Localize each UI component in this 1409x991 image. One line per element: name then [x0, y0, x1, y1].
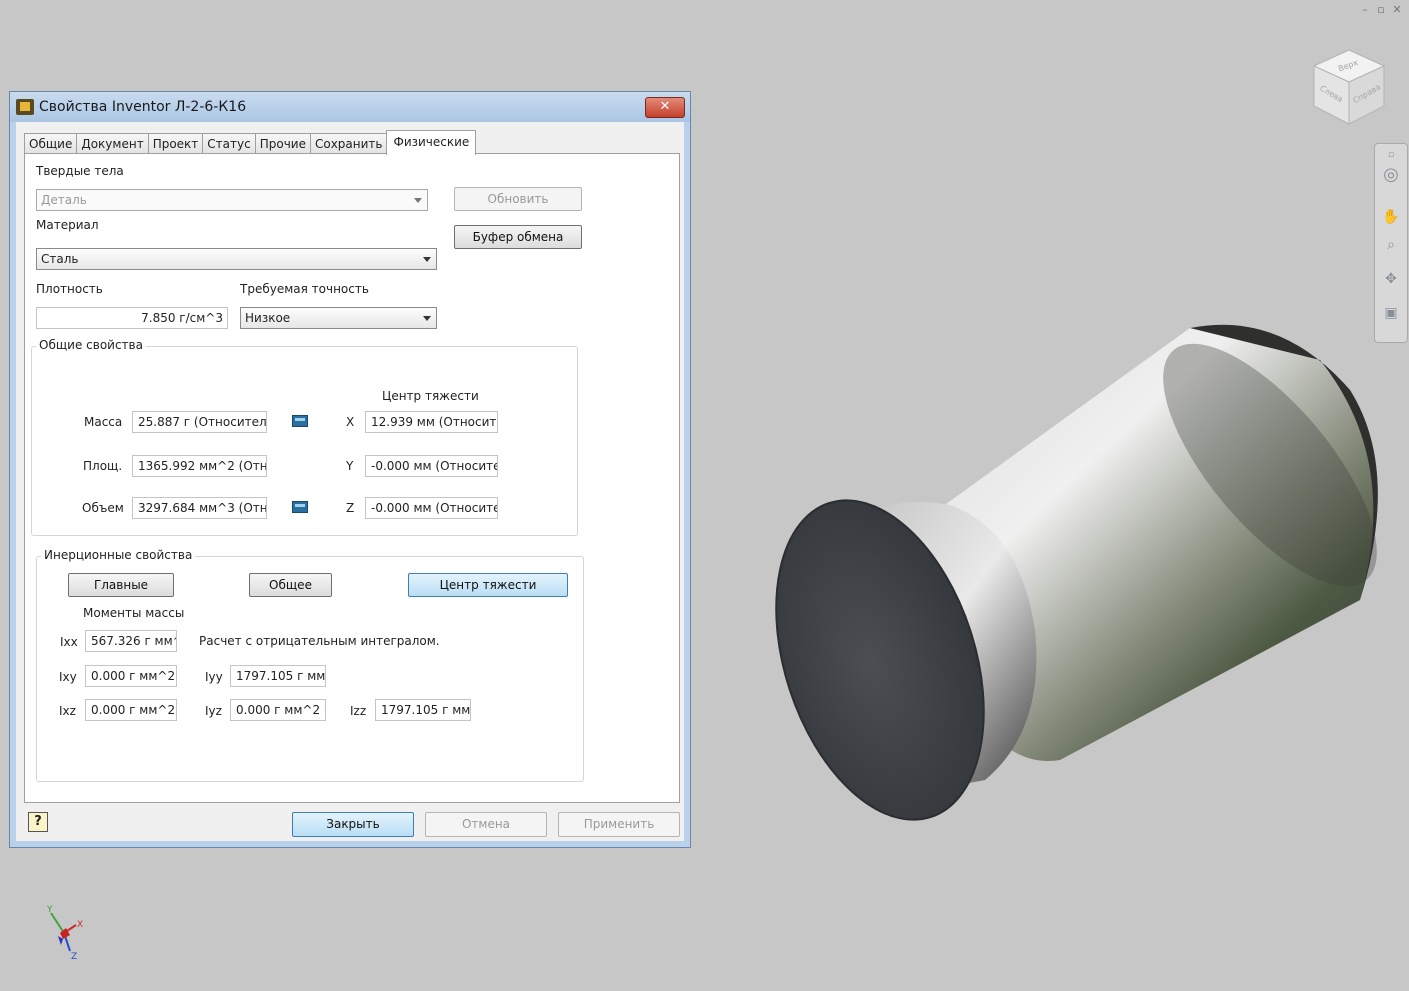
mass-label: Масса — [84, 415, 123, 429]
material-value: Сталь — [41, 252, 79, 266]
tab-other[interactable]: Прочие — [254, 133, 311, 154]
accuracy-dropdown[interactable]: Низкое — [240, 307, 437, 329]
volume-field[interactable]: 3297.684 мм^3 (Отно — [132, 497, 267, 519]
zoom-icon[interactable]: ⌕ — [1382, 236, 1400, 254]
close-window-icon[interactable]: ✕ — [1391, 4, 1403, 15]
material-dropdown[interactable]: Сталь — [36, 248, 437, 270]
izz-field[interactable]: 1797.105 г мм^ — [375, 699, 471, 721]
ixz-label: Ixz — [59, 704, 76, 718]
ixy-label: Ixy — [59, 670, 77, 684]
accuracy-label: Требуемая точность — [240, 282, 369, 296]
y-label: Y — [346, 459, 354, 473]
restore-icon[interactable]: ▫ — [1375, 4, 1387, 15]
navbar-close-icon[interactable]: ▫ — [1382, 146, 1400, 164]
axis-triad: Y X Z — [46, 905, 83, 962]
global-button[interactable]: Общее — [249, 573, 332, 597]
orbit-icon[interactable]: ✥ — [1382, 270, 1400, 288]
izz-label: Izz — [350, 704, 367, 718]
accuracy-value: Низкое — [245, 311, 291, 325]
negative-integral-note: Расчет с отрицательным интегралом. — [199, 634, 440, 648]
iyy-field[interactable]: 1797.105 г мм^ — [230, 665, 326, 687]
window-controls: – ▫ ✕ — [1359, 4, 1403, 15]
density-field[interactable]: 7.850 г/см^3 — [36, 307, 228, 329]
tab-physical[interactable]: Физические — [386, 130, 477, 155]
dialog-titlebar[interactable]: Свойства Inventor Л-2-6-К16 ✕ — [10, 92, 690, 122]
apply-button[interactable]: Применить — [558, 812, 680, 837]
update-button[interactable]: Обновить — [454, 187, 582, 211]
general-properties-group: Общие свойства Центр тяжести Масса 25.88… — [31, 338, 578, 536]
part-3d-model — [775, 324, 1378, 821]
axis-x-label: X — [77, 920, 83, 930]
mass-field[interactable]: 25.887 г (Относитель — [132, 411, 267, 433]
ixy-field[interactable]: 0.000 г мм^2 ( — [85, 665, 177, 687]
tab-general[interactable]: Общие — [24, 133, 78, 154]
dialog-title: Свойства Inventor Л-2-6-К16 — [39, 99, 247, 115]
iyy-label: Iyy — [205, 670, 223, 684]
look-at-icon[interactable]: ▣ — [1382, 304, 1400, 322]
ixx-field[interactable]: 567.326 г мм^2 — [85, 630, 177, 652]
area-label: Площ. — [83, 459, 123, 473]
help-icon[interactable]: ? — [28, 812, 48, 832]
density-label: Плотность — [36, 282, 103, 296]
inertial-properties-group: Инерционные свойства Главные Общее Центр… — [36, 548, 584, 782]
material-label: Материал — [36, 218, 99, 232]
cog-z-field[interactable]: -0.000 мм (Относител — [365, 497, 498, 519]
tab-project[interactable]: Проект — [147, 133, 204, 154]
chevron-down-icon — [423, 316, 431, 321]
solids-label: Твердые тела — [36, 164, 124, 178]
minimize-icon[interactable]: – — [1359, 4, 1371, 15]
close-button[interactable]: Закрыть — [292, 812, 414, 837]
chevron-down-icon — [414, 198, 422, 203]
ixz-field[interactable]: 0.000 г мм^2 ( — [85, 699, 177, 721]
tab-bar: Общие Документ Проект Статус Прочие Сохр… — [24, 130, 477, 155]
solids-value: Деталь — [41, 193, 87, 207]
area-field[interactable]: 1365.992 мм^2 (Отно — [132, 455, 267, 477]
inventor-app-icon — [16, 99, 34, 115]
ixx-label: Ixx — [60, 635, 78, 649]
general-properties-title: Общие свойства — [36, 338, 146, 352]
iyz-label: Iyz — [205, 704, 222, 718]
steering-wheel-icon[interactable]: ◎ — [1382, 166, 1400, 184]
tab-save[interactable]: Сохранить — [309, 133, 388, 154]
center-of-gravity-label: Центр тяжести — [382, 389, 479, 403]
iyz-field[interactable]: 0.000 г мм^2 ( — [230, 699, 326, 721]
cog-x-field[interactable]: 12.939 мм (Относите. — [365, 411, 498, 433]
solids-dropdown[interactable]: Деталь — [36, 189, 428, 211]
tab-document[interactable]: Документ — [76, 133, 149, 154]
axis-z-label: Z — [71, 952, 77, 962]
properties-dialog: Свойства Inventor Л-2-6-К16 ✕ Общие Доку… — [9, 91, 691, 848]
copy-to-clipboard-icon[interactable] — [292, 415, 308, 427]
volume-label: Объем — [82, 501, 124, 515]
copy-to-clipboard-icon[interactable] — [292, 501, 308, 513]
physical-tab-panel: Твердые тела Деталь Обновить Материал Бу… — [24, 153, 680, 803]
dialog-close-button[interactable]: ✕ — [645, 97, 685, 118]
mass-moments-label: Моменты массы — [83, 606, 185, 620]
pan-icon[interactable]: ✋ — [1382, 208, 1400, 226]
x-label: X — [346, 415, 355, 429]
inertial-properties-title: Инерционные свойства — [41, 548, 196, 562]
chevron-down-icon — [423, 257, 431, 262]
z-label: Z — [346, 501, 355, 515]
center-of-gravity-button[interactable]: Центр тяжести — [408, 573, 568, 597]
axis-y-label: Y — [46, 905, 53, 915]
cancel-button[interactable]: Отмена — [425, 812, 547, 837]
clipboard-button[interactable]: Буфер обмена — [454, 225, 582, 249]
tab-status[interactable]: Статус — [202, 133, 256, 154]
cog-y-field[interactable]: -0.000 мм (Относител — [365, 455, 498, 477]
principal-button[interactable]: Главные — [68, 573, 174, 597]
dialog-client-area: Общие Документ Проект Статус Прочие Сохр… — [16, 122, 684, 841]
view-cube[interactable]: Верх Слева Справа — [1308, 46, 1390, 128]
